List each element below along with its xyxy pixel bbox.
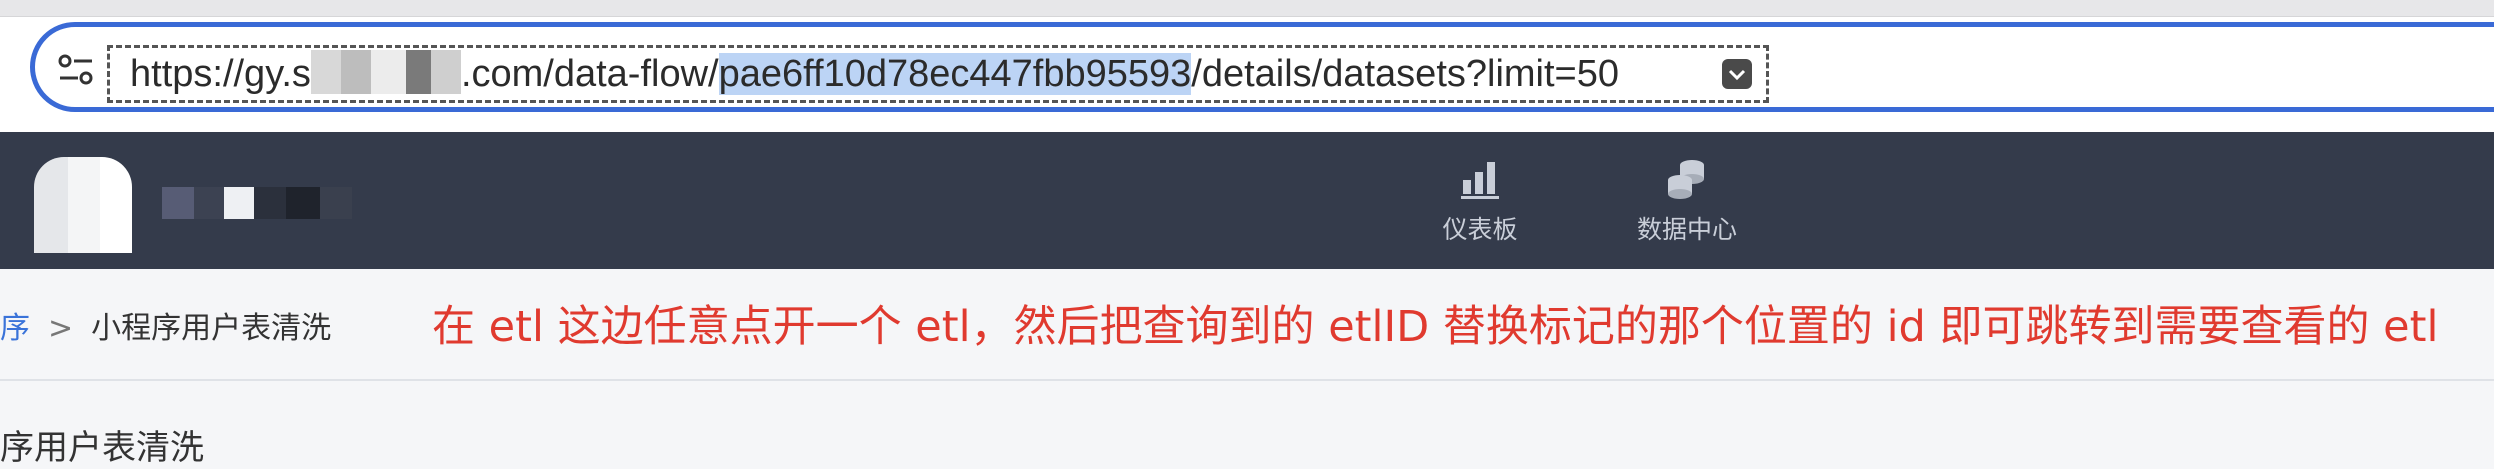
url-prefix: https://gy.s: [130, 53, 311, 95]
nav-data-center-label: 数据中心: [1636, 215, 1737, 244]
tab-strip: [0, 0, 2494, 17]
app-logo[interactable]: [34, 157, 132, 253]
url-domain-suffix: .com/data-flow/: [460, 53, 719, 95]
url-suffix: /details/datasets?limit=50: [1191, 53, 1620, 95]
url-field[interactable]: https://gy.s .com/data-flow/pae6ff10d78ec…: [107, 45, 1769, 103]
red-annotation-note: 在 etl 这边任意点开一个 etl，然后把查询到的 etlID 替换标记的那个…: [432, 302, 2439, 352]
page-title: 序用户表清洗: [0, 428, 204, 468]
breadcrumb-parent-link[interactable]: 序: [0, 311, 30, 346]
chevron-down-icon[interactable]: [1722, 59, 1752, 89]
nav-dashboard[interactable]: 仪表板: [1390, 152, 1570, 252]
breadcrumb-separator: >: [48, 311, 74, 346]
nav-data-center[interactable]: 数据中心: [1597, 152, 1777, 252]
database-icon: [1668, 160, 1704, 199]
breadcrumb: 序 > 小程序用户表清洗: [0, 303, 332, 346]
app-name-redacted: [162, 187, 352, 219]
top-navbar: 仪表板 数据中心: [0, 132, 2494, 269]
redacted-domain: [310, 50, 461, 94]
url-highlighted-id: pae6ff10d78ec447fbb95593: [718, 53, 1192, 95]
header-divider: [0, 379, 2494, 381]
nav-dashboard-label: 仪表板: [1442, 215, 1518, 244]
site-settings-icon[interactable]: [56, 52, 96, 88]
bar-chart-icon: [1461, 162, 1499, 199]
breadcrumb-current: 小程序用户表清洗: [91, 311, 332, 346]
